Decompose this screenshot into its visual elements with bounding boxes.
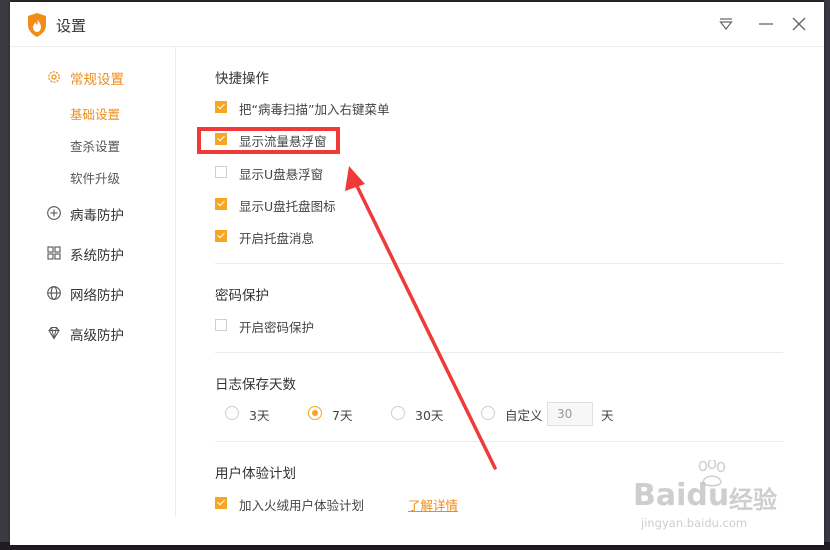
radio-button[interactable] (308, 406, 322, 420)
globe-icon (47, 286, 61, 300)
section-title-password: 密码保护 (215, 288, 269, 304)
learn-more-link[interactable]: 了解详情 (408, 495, 458, 514)
plus-circle-icon (47, 206, 61, 220)
checkbox[interactable] (215, 319, 227, 331)
checkbox[interactable] (215, 101, 227, 113)
checkbox[interactable] (215, 497, 227, 509)
desktop-background-left (0, 0, 10, 550)
sidebar-subitem-scan[interactable]: 查杀设置 (70, 136, 120, 155)
sidebar-item-label: 病毒防护 (70, 208, 124, 224)
watermark-label: 经验 (729, 486, 777, 514)
radio-label: 自定义 (505, 408, 543, 423)
dropdown-menu-icon[interactable] (716, 14, 736, 34)
watermark-brand: Baidu (633, 478, 730, 513)
close-icon[interactable] (789, 14, 809, 34)
sidebar: 常规设置 基础设置 查杀设置 软件升级 病毒防护 系统防护 网络防护 高级防护 (10, 47, 176, 517)
radio-button[interactable] (225, 406, 239, 420)
section-title-quick-ops: 快捷操作 (215, 71, 269, 87)
sidebar-item-label: 系统防护 (70, 248, 124, 264)
option-label: 加入火绒用户体验计划 (239, 498, 365, 513)
checkbox[interactable] (215, 166, 227, 178)
title-bar[interactable]: 设置 (10, 2, 824, 47)
sidebar-item-label: 高级防护 (70, 328, 124, 344)
desktop-background-right (824, 0, 830, 550)
huorong-logo-icon (28, 13, 46, 37)
checkbox[interactable] (215, 230, 227, 242)
sidebar-item-label: 常规设置 (70, 72, 124, 88)
option-label: 开启密码保护 (239, 320, 315, 335)
minimize-icon[interactable] (756, 14, 776, 34)
annotation-arrow-icon (345, 166, 497, 470)
radio-label: 3天 (249, 408, 270, 423)
gear-icon (48, 71, 60, 83)
window-title: 设置 (56, 17, 87, 35)
grid-icon (47, 246, 61, 260)
option-label: 把“病毒扫描”加入右键菜单 (239, 102, 390, 117)
sidebar-item-label: 网络防护 (70, 288, 124, 304)
annotation-highlight-box (197, 127, 340, 154)
watermark-url: jingyan.baidu.com (641, 516, 748, 530)
option-label: 显示U盘悬浮窗 (239, 167, 324, 182)
custom-days-input[interactable]: 30 (547, 402, 593, 426)
section-title-log-days: 日志保存天数 (215, 377, 296, 393)
sidebar-subitem-upgrade[interactable]: 软件升级 (70, 168, 120, 187)
sidebar-subitem-basic[interactable]: 基础设置 (70, 104, 120, 123)
section-title-ux-plan: 用户体验计划 (215, 466, 296, 482)
baidu-jingyan-watermark: Baidu 经验 jingyan.baidu.com (633, 460, 803, 540)
option-label: 显示U盘托盘图标 (239, 199, 336, 214)
diamond-icon (48, 326, 60, 340)
checkbox[interactable] (215, 198, 227, 210)
days-unit-label: 天 (601, 408, 614, 423)
option-label: 开启托盘消息 (239, 231, 315, 246)
